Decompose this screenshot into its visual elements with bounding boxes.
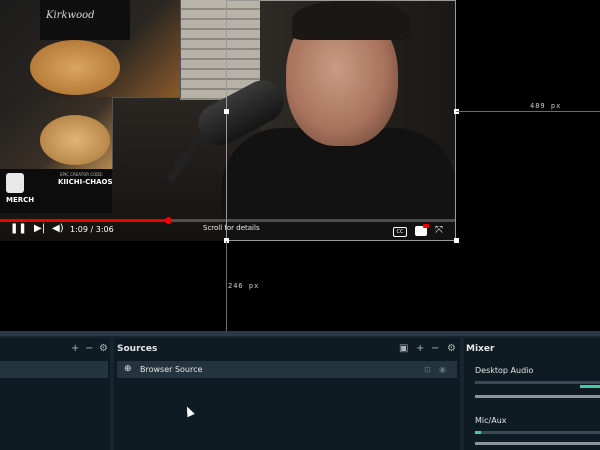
volume-icon[interactable]: ◀): [52, 223, 64, 235]
progress-scrubber[interactable]: [164, 217, 172, 224]
pause-icon[interactable]: ❚❚: [10, 223, 27, 235]
mixer-channel-mic-label: Mic/Aux: [475, 416, 507, 425]
mic-aux-volume-slider[interactable]: [475, 442, 600, 445]
progress-played: [0, 219, 169, 222]
eye-icon[interactable]: ◉: [439, 361, 446, 378]
add-source-icon[interactable]: +: [416, 338, 424, 360]
dock-divider[interactable]: [0, 331, 600, 336]
desktop-audio-meter: [475, 381, 600, 384]
mic-aux-meter-fill: [475, 431, 482, 434]
distance-label-horizontal: 489 px: [530, 102, 562, 110]
lock-icon[interactable]: ⊡: [424, 361, 431, 378]
distance-guide-horizontal: [456, 111, 600, 112]
folder-icon[interactable]: ▣: [399, 338, 408, 360]
merch-label: MERCH: [6, 196, 35, 204]
preview-canvas[interactable]: Kirkwood EPIC CREATOR CODE: KIICHI-CHAOS…: [0, 0, 600, 331]
scenes-panel: [0, 338, 110, 450]
source-settings-icon[interactable]: ⚙: [447, 338, 456, 360]
remove-source-icon[interactable]: −: [431, 338, 439, 360]
remove-scene-icon[interactable]: −: [85, 338, 93, 360]
next-icon[interactable]: ▶|: [34, 223, 45, 235]
source-selection-box[interactable]: [226, 0, 456, 241]
guitar: [40, 115, 110, 165]
cat-logo-icon: [6, 173, 24, 193]
mic-aux-meter: [475, 431, 600, 434]
desktop-audio-meter-edge: [580, 385, 600, 388]
scene-settings-icon[interactable]: ⚙: [99, 338, 108, 360]
mixer-channel-desktop-label: Desktop Audio: [475, 366, 534, 375]
video-time: 1:09 / 3:06: [70, 225, 114, 234]
resize-handle-left[interactable]: [224, 109, 229, 114]
source-item-label: Browser Source: [140, 365, 203, 374]
promo-code: KIICHI-CHAOS: [58, 178, 113, 186]
mixer-title: Mixer: [466, 344, 495, 354]
scene-item-selected[interactable]: [0, 361, 108, 378]
pip-guitar-cam-1: Kirkwood: [0, 0, 181, 98]
globe-icon: ⊕: [124, 364, 132, 374]
pip-guitar-cam-2: [0, 97, 113, 169]
shirt-text: Kirkwood: [46, 10, 95, 21]
distance-label-vertical: 246 px: [228, 282, 260, 290]
desktop-audio-volume-slider[interactable]: [475, 395, 600, 398]
resize-handle-bottom-right[interactable]: [454, 238, 459, 243]
add-scene-icon[interactable]: +: [71, 338, 79, 360]
sources-title: Sources: [117, 344, 158, 354]
guitar: [30, 40, 120, 95]
distance-guide-vertical: [226, 241, 227, 331]
promo-code-label: EPIC CREATOR CODE:: [60, 172, 104, 177]
